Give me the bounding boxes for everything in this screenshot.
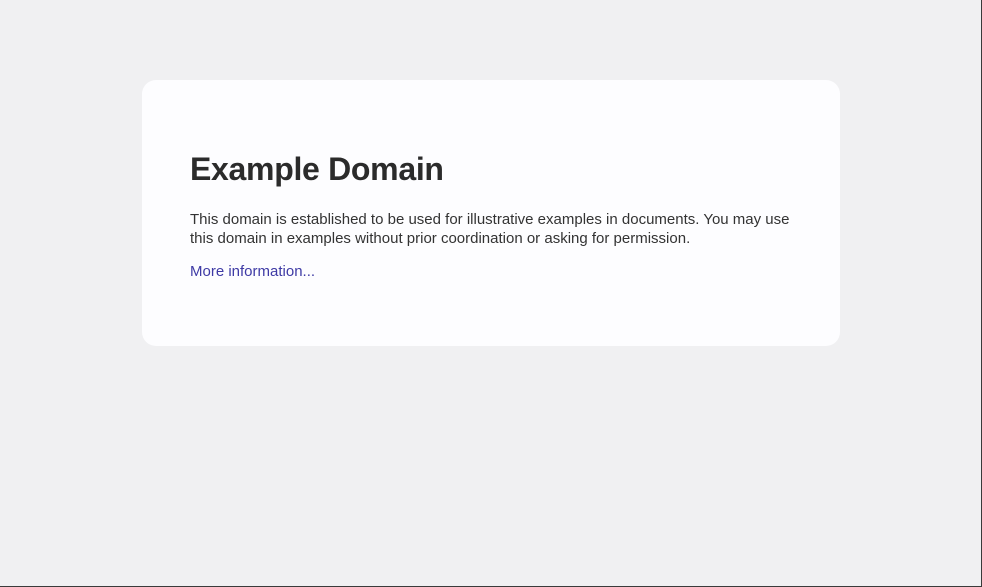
page-description: This domain is established to be used fo… xyxy=(190,211,790,247)
more-information-link[interactable]: More information... xyxy=(190,262,315,281)
browser-viewport: Example Domain This domain is establishe… xyxy=(0,0,982,587)
content-card: Example Domain This domain is establishe… xyxy=(142,80,840,346)
page-title: Example Domain xyxy=(190,151,444,187)
